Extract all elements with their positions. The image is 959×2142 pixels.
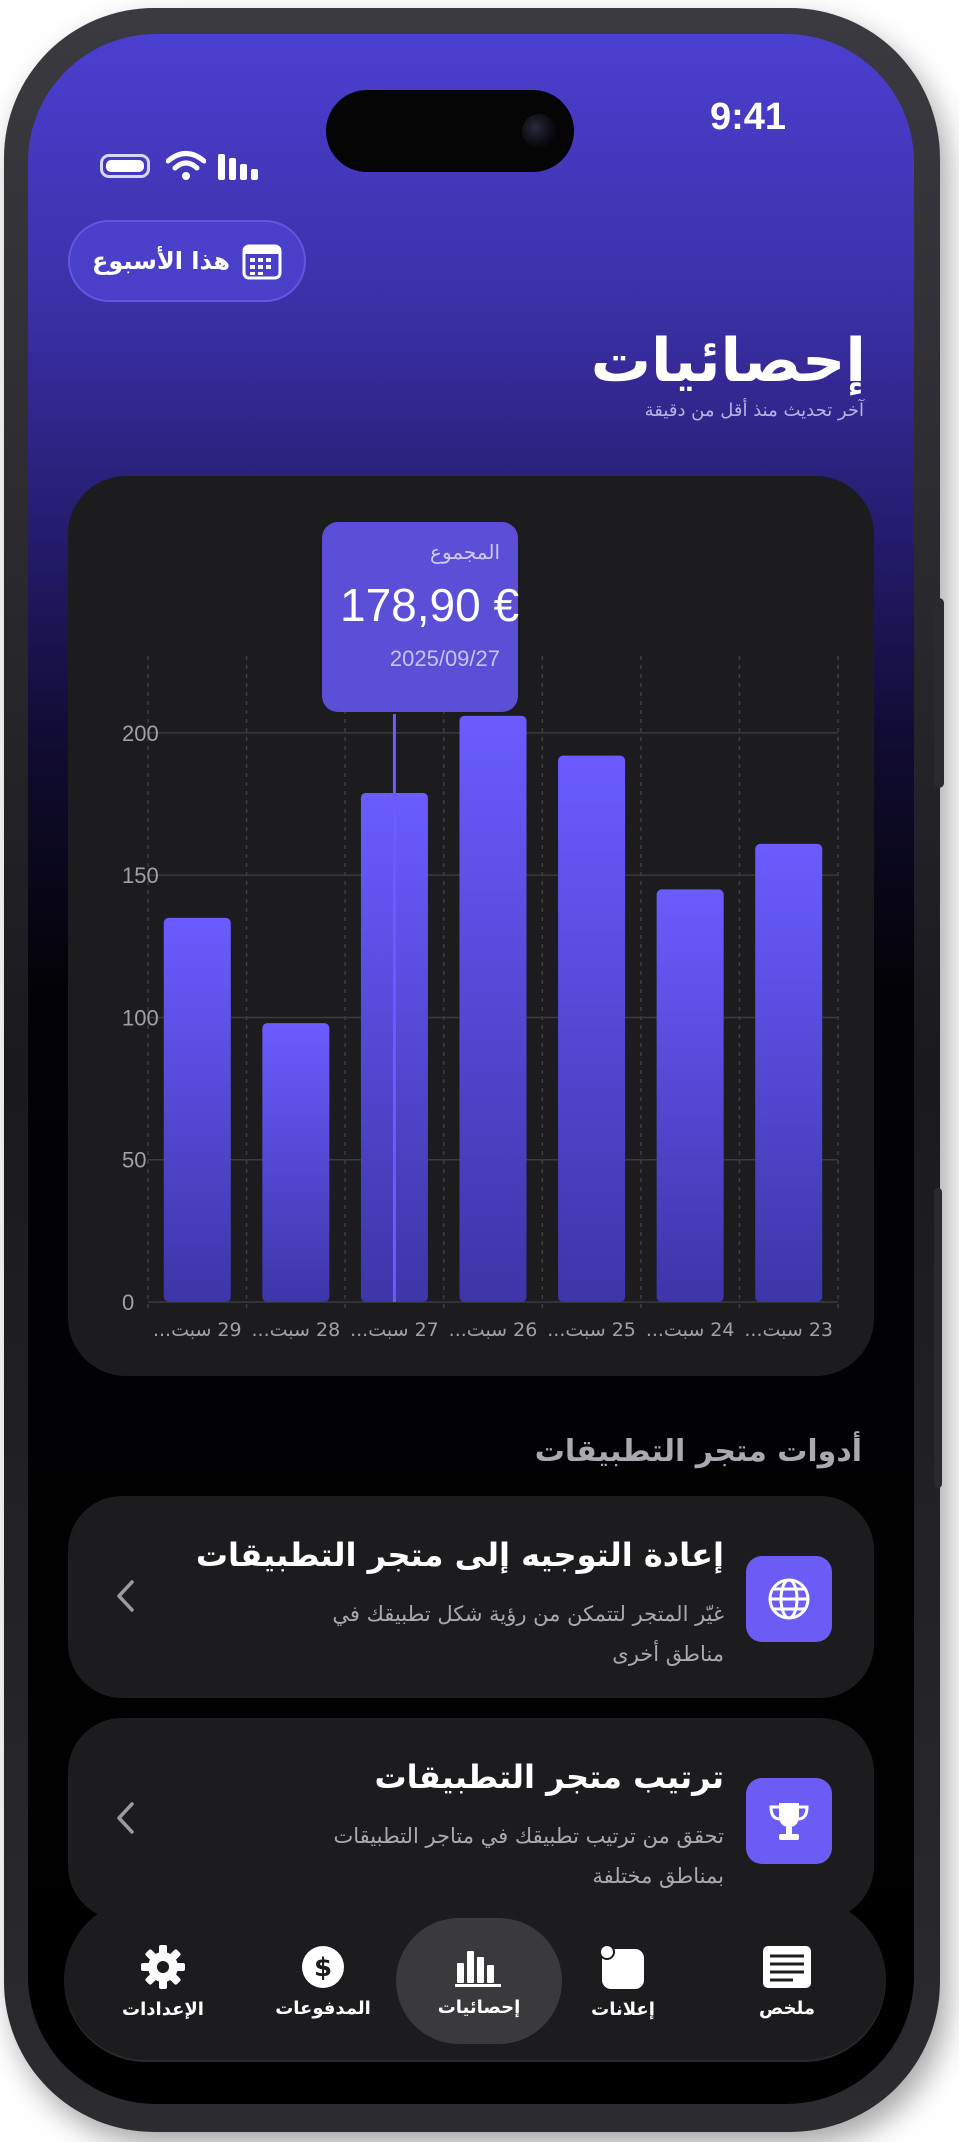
chart-bar[interactable] [755, 843, 823, 1302]
y-tick-label: 0 [122, 1290, 134, 1315]
x-tick-label: 26 سبت... [449, 1319, 538, 1341]
tool-title: ترتيب متجر التطبيقات [374, 1758, 724, 1796]
battery-icon [100, 154, 150, 178]
signal-icon [218, 154, 258, 180]
phone-frame: 9:41 هذا الأسبوع إحصائيات آخر تحديث منذ … [4, 8, 944, 2132]
tool-card-ranking[interactable]: ترتيب متجر التطبيقات تحقق من ترتيب تطبيق… [68, 1718, 874, 1920]
y-tick-label: 200 [122, 721, 159, 746]
gear-icon [141, 1944, 185, 1989]
tab-label: إحصائيات [437, 1996, 521, 2018]
chevron-left-icon [117, 1580, 134, 1612]
x-tick-label: 28 سبت... [252, 1319, 341, 1341]
period-selector-button[interactable]: هذا الأسبوع [68, 220, 306, 302]
chart-card: 0 50 100 150 200 23 سبت... 24 سبت... 25 سبت... 2… [68, 476, 874, 1376]
tool-card-redirect[interactable]: إعادة التوجيه إلى متجر التطبيقات غيّر ال… [68, 1496, 874, 1698]
status-icons [100, 146, 270, 186]
chevron-left-icon [117, 1802, 134, 1834]
chart-bar[interactable] [163, 917, 231, 1302]
svg-text:$: $ [314, 1953, 332, 1983]
chart-bar[interactable] [262, 1023, 330, 1302]
last-updated-text: آخر تحديث منذ أقل من دقيقة [644, 400, 864, 421]
side-button [934, 1188, 942, 1488]
page-title: إحصائيات [590, 326, 866, 396]
tab-label: ملخص [758, 1997, 816, 2019]
tool-description: غيّر المتجر لتتمكن من رؤية شكل تطبيقك في… [332, 1602, 724, 1666]
chart-tooltip: المجموع 178,90 € 2025/09/27 [322, 522, 520, 712]
trophy-icon [746, 1778, 832, 1864]
tab-label: إعلانات [591, 1998, 655, 2020]
tooltip-value: 178,90 € [340, 579, 520, 631]
period-label: هذا الأسبوع [91, 247, 231, 275]
power-button [934, 598, 944, 788]
camera-icon [522, 114, 556, 148]
x-tick-label: 24 سبت... [646, 1319, 735, 1341]
newspaper-icon [763, 1945, 811, 1988]
tooltip-label: المجموع [430, 540, 500, 564]
tab-settings[interactable]: الإعدادات [88, 1918, 238, 2044]
wifi-icon [166, 151, 206, 180]
tab-summary[interactable]: ملخص [712, 1918, 862, 2044]
tool-title: إعادة التوجيه إلى متجر التطبيقات [195, 1536, 724, 1574]
tab-stats[interactable]: إحصائيات [396, 1918, 562, 2044]
y-tick-label: 150 [122, 863, 159, 888]
tab-payments[interactable]: $ المدفوعات [248, 1918, 398, 2044]
x-tick-label: 23 سبت... [744, 1319, 833, 1341]
bar-chart-icon [455, 1950, 501, 1987]
chart-bar[interactable] [459, 715, 527, 1302]
chart-bar[interactable] [656, 889, 724, 1302]
app-screen: 9:41 هذا الأسبوع إحصائيات آخر تحديث منذ … [28, 34, 914, 2104]
tab-bar: ملخص إعلانات إحصائيات $ المدفوعات الإعدا… [64, 1898, 886, 2062]
y-tick-label: 50 [122, 1148, 146, 1173]
ads-icon [599, 1943, 644, 1989]
chart-bar[interactable] [558, 755, 626, 1302]
tab-label: الإعدادات [122, 1998, 204, 2020]
x-tick-label: 25 سبت... [547, 1319, 636, 1341]
dollar-icon: $ [302, 1945, 344, 1988]
x-tick-label: 29 سبت... [153, 1319, 242, 1341]
dynamic-island [326, 90, 574, 172]
calendar-icon [242, 244, 282, 280]
section-title: أدوات متجر التطبيقات [534, 1434, 862, 1469]
tool-description: تحقق من ترتيب تطبيقك في متاجر التطبيقات … [333, 1824, 724, 1888]
x-tick-label: 27 سبت... [350, 1319, 439, 1341]
y-tick-label: 100 [122, 1005, 159, 1030]
tab-label: المدفوعات [275, 1997, 371, 2019]
tooltip-date: 2025/09/27 [389, 646, 500, 671]
status-time: 9:41 [709, 96, 787, 138]
globe-icon [746, 1556, 832, 1642]
tab-ads[interactable]: إعلانات [548, 1918, 698, 2044]
